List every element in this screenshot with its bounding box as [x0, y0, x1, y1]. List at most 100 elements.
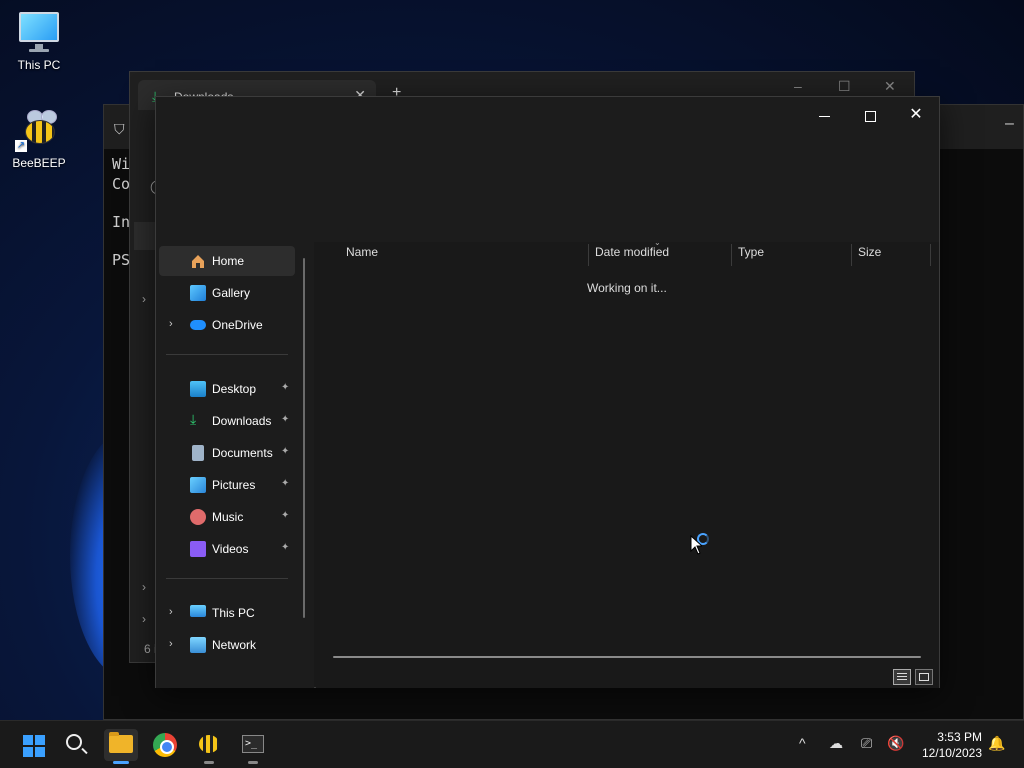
sidebar-item-videos[interactable]: Videos ✦ [159, 534, 295, 564]
chevron-right-icon[interactable]: › [169, 606, 173, 618]
bg-maximize-button[interactable]: ☐ [838, 78, 851, 95]
horizontal-scrollbar[interactable] [333, 656, 921, 658]
taskbar-file-explorer[interactable] [104, 729, 138, 764]
chevron-right-icon[interactable]: › [142, 292, 146, 306]
pictures-icon [190, 477, 206, 493]
videos-icon [190, 541, 206, 557]
desktop-icon-this-pc[interactable]: This PC [4, 10, 74, 72]
sidebar-item-label: Pictures [212, 478, 256, 492]
taskbar-terminal[interactable]: >_ [236, 729, 270, 764]
sidebar-item-label: Network [212, 638, 257, 652]
chevron-right-icon[interactable]: › [169, 318, 173, 330]
chevron-right-icon[interactable]: › [169, 638, 173, 650]
sidebar-item-label: Home [212, 254, 245, 268]
tray-overflow-chevron-icon[interactable]: ^ [799, 735, 806, 751]
sidebar-item-onedrive[interactable]: › OneDrive [159, 310, 295, 340]
desktop-icon-label: This PC [17, 58, 61, 72]
pin-icon[interactable]: ✦ [281, 446, 289, 457]
clock-time: 3:53 PM [937, 730, 982, 744]
active-indicator [113, 761, 129, 764]
mouse-cursor-icon [690, 535, 702, 555]
column-header-type[interactable]: Type [732, 242, 850, 266]
bg-nav-selection [134, 222, 156, 250]
download-icon: ⤓ [190, 411, 197, 427]
document-icon [192, 445, 204, 461]
pin-icon[interactable]: ✦ [281, 382, 289, 393]
sidebar-item-music[interactable]: Music ✦ [159, 502, 295, 532]
column-divider[interactable] [930, 244, 931, 266]
taskbar: >_ ^ ☁ ⎚ 🔇 3:53 PM 12/10/2023 🔔 [0, 720, 1024, 768]
terminal-line: Co [112, 175, 131, 193]
desktop-folder-icon [190, 381, 206, 397]
bg-minimize-button[interactable]: – [794, 78, 802, 94]
bee-icon: ↗ [15, 108, 61, 152]
sidebar-item-label: Videos [212, 542, 249, 556]
notification-bell-icon[interactable]: 🔔 [988, 735, 1005, 752]
minimize-icon [818, 115, 830, 118]
gallery-icon [190, 285, 206, 301]
pin-icon[interactable]: ✦ [281, 510, 289, 521]
details-view-button[interactable] [893, 669, 911, 685]
file-explorer-icon [109, 732, 133, 753]
sidebar-item-home[interactable]: Home [159, 246, 295, 276]
search-icon [66, 734, 82, 750]
chevron-right-icon[interactable]: › [142, 580, 146, 594]
beebeep-icon [199, 735, 219, 753]
onedrive-offline-icon[interactable]: ☁ [829, 735, 843, 752]
running-indicator [248, 761, 258, 764]
sidebar-item-label: Desktop [212, 382, 257, 396]
sidebar-item-label: Music [212, 510, 244, 524]
nav-separator [166, 578, 288, 579]
cloud-icon [190, 320, 206, 330]
terminal-icon: >_ [242, 735, 264, 753]
sidebar-item-pictures[interactable]: Pictures ✦ [159, 470, 295, 500]
sidebar-item-gallery[interactable]: Gallery [159, 278, 295, 308]
close-button[interactable]: ✕ [893, 101, 939, 129]
desktop-icon-beebeep[interactable]: ↗ BeeBEEP [4, 108, 74, 170]
start-icon [23, 735, 45, 757]
pin-icon[interactable]: ✦ [281, 414, 289, 425]
tiles-view-icon [919, 673, 929, 681]
pin-icon[interactable]: ✦ [281, 478, 289, 489]
minimize-button[interactable] [801, 101, 847, 129]
bg-close-button[interactable]: ✕ [884, 78, 896, 95]
maximize-button[interactable] [847, 101, 893, 129]
navigation-pane[interactable]: Home Gallery › OneDrive Desktop ✦ ⤓ Down… [156, 242, 314, 688]
monitor-icon [17, 10, 61, 54]
maximize-icon [864, 110, 876, 122]
shortcut-arrow-icon: ↗ [15, 140, 27, 152]
pin-icon[interactable]: ✦ [281, 542, 289, 553]
terminal-line: In [112, 213, 131, 231]
sort-down-icon: ⌄ [654, 238, 661, 247]
nav-scrollbar[interactable] [303, 258, 305, 618]
file-list-pane[interactable]: Name Date modified ⌄ Type Size Working o… [316, 238, 939, 688]
network-status-icon[interactable]: ⎚ [861, 735, 872, 752]
sidebar-item-label: This PC [212, 606, 255, 620]
window-titlebar[interactable]: ✕ [156, 97, 939, 242]
network-icon [190, 637, 206, 653]
desktop-icon-label: BeeBEEP [12, 156, 66, 170]
start-button[interactable] [15, 729, 49, 761]
sidebar-item-downloads[interactable]: ⤓ Downloads ✦ [159, 406, 295, 436]
terminal-minimize-button[interactable]: – [1005, 115, 1019, 132]
search-button[interactable] [59, 729, 93, 761]
sidebar-item-label: Downloads [212, 414, 272, 428]
sidebar-item-this-pc[interactable]: › This PC [159, 598, 295, 628]
taskbar-beebeep[interactable] [192, 729, 226, 764]
sidebar-item-network[interactable]: › Network [159, 630, 295, 660]
tiles-view-button[interactable] [915, 669, 933, 685]
column-header-name[interactable]: Name [340, 242, 588, 266]
sidebar-item-documents[interactable]: Documents ✦ [159, 438, 295, 468]
sidebar-item-desktop[interactable]: Desktop ✦ [159, 374, 295, 404]
file-explorer-window[interactable]: ✕ Home Gallery › OneDrive Desktop ✦ ⤓ Do… [155, 96, 940, 688]
home-icon [190, 253, 206, 269]
chevron-right-icon[interactable]: › [142, 612, 146, 626]
volume-muted-icon[interactable]: 🔇 [887, 735, 904, 752]
shield-icon: ⛉ [114, 121, 125, 137]
monitor-icon [190, 605, 206, 617]
taskbar-chrome[interactable] [148, 729, 182, 761]
system-clock[interactable]: 3:53 PM 12/10/2023 [918, 729, 982, 761]
column-header-size[interactable]: Size [852, 242, 930, 266]
terminal-line: PS [112, 251, 131, 269]
music-icon [190, 509, 206, 525]
